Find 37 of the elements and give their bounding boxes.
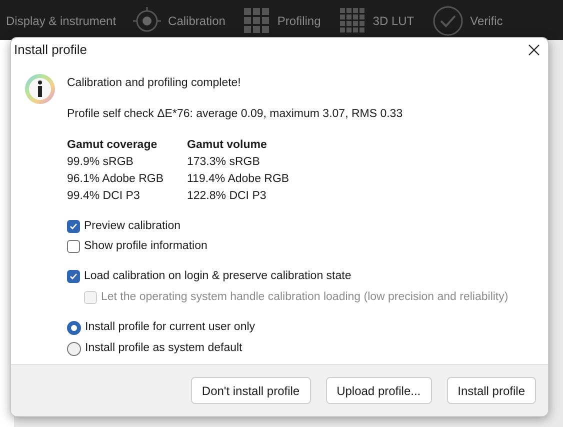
gamut-value: 99.4% DCI P3 <box>67 189 141 204</box>
grid-icon <box>243 7 272 35</box>
nav-tab[interactable]: Calibration <box>168 12 226 30</box>
gamut-value: 119.4% Adobe RGB <box>187 172 290 187</box>
gamut-value: 122.8% DCI P3 <box>187 189 268 204</box>
radio-label: Install profile as system default <box>85 341 242 356</box>
gamut-heading: Gamut volume <box>187 138 268 153</box>
nav-tab[interactable]: Verific <box>470 12 503 30</box>
checkbox-label: Preview calibration <box>84 219 181 234</box>
heading-text: Calibration and profiling complete! <box>67 76 242 91</box>
gamut-value: 173.3% sRGB <box>187 155 261 170</box>
radio-button[interactable] <box>67 342 81 356</box>
checkbox-label: Let the operating system handle calibration loading (low precision and reliability) <box>101 290 508 305</box>
check-icon <box>69 272 78 281</box>
radio-label: Install profile for current user only <box>85 320 256 335</box>
dialog-button[interactable]: Upload profile... <box>326 377 432 404</box>
gamut-value: 99.9% sRGB <box>67 155 134 170</box>
gamut-value: 96.1% Adobe RGB <box>67 172 165 187</box>
checkbox[interactable] <box>67 220 80 233</box>
dialog-button[interactable]: Install profile <box>446 377 536 404</box>
nav-tab[interactable]: 3D LUT <box>372 12 414 30</box>
check-circle-icon <box>432 5 464 37</box>
dialog-button[interactable]: Don't install profile <box>190 377 311 404</box>
nav-tab[interactable]: Profiling <box>277 12 321 30</box>
checkbox-label: Show profile information <box>84 239 208 254</box>
nav-tab[interactable]: Display & instrument <box>6 12 116 30</box>
info-icon <box>24 73 56 105</box>
gamut-heading: Gamut coverage <box>67 138 158 153</box>
checkbox-label: Load calibration on login & preserve calibration state <box>84 269 352 284</box>
radio-button[interactable] <box>67 320 81 334</box>
checkbox[interactable] <box>67 270 80 283</box>
checkbox[interactable] <box>67 240 80 253</box>
window-title: Install profile <box>14 41 87 60</box>
cube-icon <box>338 7 367 35</box>
self-check-text: Profile self check ΔE*76: average 0.09, maximum 3.07, RMS 0.33 <box>67 107 404 122</box>
close-icon[interactable] <box>528 44 540 56</box>
check-icon <box>69 222 78 231</box>
